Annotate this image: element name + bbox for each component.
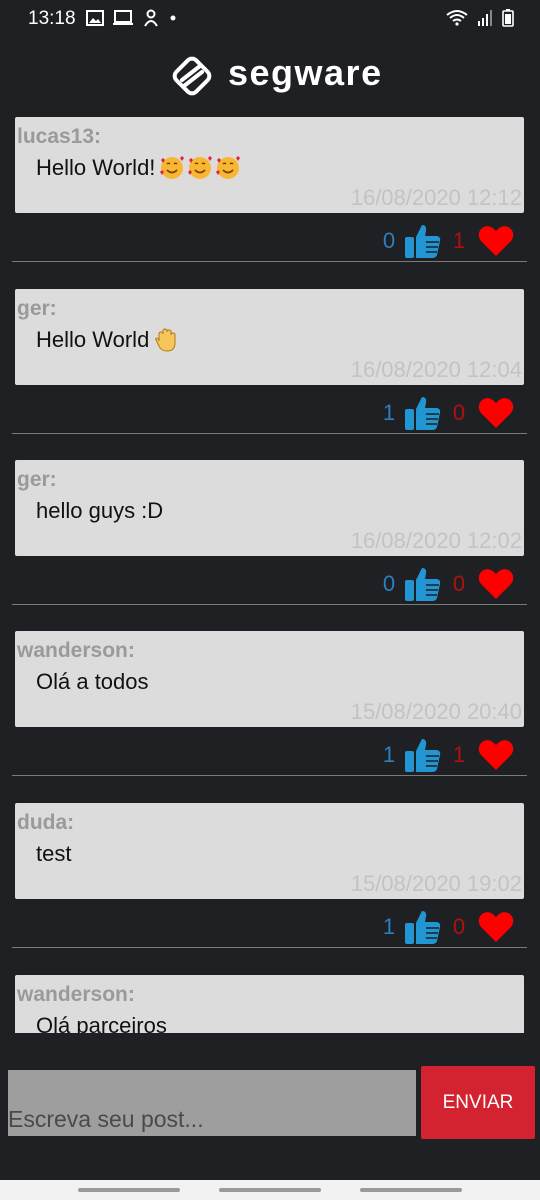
thumbs-up-icon[interactable] — [402, 737, 442, 773]
smiling-face-with-hearts-emoji-icons — [159, 155, 241, 181]
post-author: wanderson: — [17, 983, 135, 1006]
post-input[interactable] — [8, 1070, 416, 1136]
user-icon — [144, 9, 158, 27]
post-author: ger: — [17, 297, 57, 320]
send-button[interactable]: ENVIAR — [421, 1066, 535, 1139]
image-icon — [86, 10, 104, 26]
post-reactions: 1 0 — [378, 395, 514, 431]
post-card: ger: Hello World 16/08/2020 12:04 — [15, 289, 524, 385]
post-card: lucas13: Hello World! 16/08/2020 12:12 — [15, 117, 524, 213]
post-message-text: Olá parceiros — [36, 1013, 167, 1033]
navigation-bar — [0, 1180, 540, 1200]
post-feed[interactable]: lucas13: Hello World! 16/08/2020 12:12 0… — [0, 117, 540, 1033]
post-timestamp: 16/08/2020 12:02 — [350, 528, 522, 553]
post-author: ger: — [17, 468, 57, 491]
post-item: lucas13: Hello World! 16/08/2020 12:12 0… — [0, 117, 540, 288]
post-message-text: hello guys :D — [36, 498, 164, 523]
love-count: 0 — [452, 914, 466, 939]
post-card: ger: hello guys :D 16/08/2020 12:02 — [15, 460, 524, 556]
post-item: wanderson: Olá a todos 15/08/2020 20:40 … — [0, 631, 540, 802]
post-divider — [12, 604, 527, 605]
smiling-face-with-hearts-icon — [216, 156, 241, 179]
post-card: wanderson: Olá parceiros — [15, 975, 524, 1033]
status-time: 13:18 — [28, 8, 76, 29]
smiling-face-with-hearts-icon — [188, 156, 213, 179]
post-divider — [12, 947, 527, 948]
post-timestamp: 16/08/2020 12:04 — [350, 357, 522, 382]
post-message: Olá a todos — [36, 669, 149, 695]
post-message-text: Hello World — [36, 327, 150, 352]
dot-icon — [170, 15, 176, 21]
post-message-text: test — [36, 841, 72, 866]
thumbs-up-icon[interactable] — [402, 395, 442, 431]
post-item: duda: test 15/08/2020 19:02 1 0 — [0, 803, 540, 974]
post-divider — [12, 433, 527, 434]
nav-recents-handle[interactable] — [360, 1188, 462, 1192]
thumbs-up-icon[interactable] — [402, 223, 442, 259]
thumbs-up-icon[interactable] — [402, 909, 442, 945]
smiling-face-with-hearts-icon — [160, 156, 185, 179]
battery-icon — [502, 9, 514, 27]
post-card: duda: test 15/08/2020 19:02 — [15, 803, 524, 899]
post-message: hello guys :D — [36, 498, 163, 524]
segware-logo-icon — [172, 56, 212, 96]
heart-icon[interactable] — [478, 568, 514, 600]
love-count: 0 — [452, 571, 466, 596]
heart-icon[interactable] — [478, 225, 514, 257]
wifi-icon — [446, 10, 468, 26]
heart-icon[interactable] — [478, 739, 514, 771]
post-item: ger: Hello World 16/08/2020 12:04 1 0 — [0, 289, 540, 460]
post-author: duda: — [17, 811, 75, 834]
post-reactions: 0 0 — [378, 566, 514, 602]
like-count: 1 — [382, 400, 396, 425]
laptop-icon — [113, 10, 133, 25]
heart-icon[interactable] — [478, 397, 514, 429]
post-divider — [12, 775, 527, 776]
post-message-text: Olá a todos — [36, 669, 149, 694]
post-timestamp: 15/08/2020 20:40 — [350, 699, 522, 724]
love-count: 1 — [452, 742, 466, 767]
like-count: 0 — [382, 571, 396, 596]
post-item: wanderson: Olá parceiros — [0, 975, 540, 1033]
thumbs-up-icon[interactable] — [402, 566, 442, 602]
brand-name: segware — [228, 52, 383, 93]
app-header: segware — [0, 40, 540, 112]
post-message: Olá parceiros — [36, 1013, 167, 1033]
post-author: lucas13: — [17, 125, 102, 148]
waving-hand-icon — [155, 328, 176, 352]
like-count: 1 — [382, 914, 396, 939]
post-card: wanderson: Olá a todos 15/08/2020 20:40 — [15, 631, 524, 727]
post-timestamp: 15/08/2020 19:02 — [350, 871, 522, 896]
post-author: wanderson: — [17, 639, 135, 662]
post-reactions: 1 1 — [378, 737, 514, 773]
love-count: 1 — [452, 228, 466, 253]
post-message: test — [36, 841, 71, 867]
nav-back-handle[interactable] — [78, 1188, 180, 1192]
post-item: ger: hello guys :D 16/08/2020 12:02 0 0 — [0, 460, 540, 631]
post-message: Hello World! — [36, 155, 241, 181]
post-message-text: Hello World! — [36, 155, 156, 180]
signal-icon — [478, 10, 492, 26]
post-message: Hello World — [36, 327, 179, 353]
heart-icon[interactable] — [478, 911, 514, 943]
like-count: 0 — [382, 228, 396, 253]
love-count: 0 — [452, 400, 466, 425]
status-bar: 13:18 — [0, 0, 540, 38]
nav-home-handle[interactable] — [219, 1188, 321, 1192]
post-divider — [12, 261, 527, 262]
post-reactions: 1 0 — [378, 909, 514, 945]
post-timestamp: 16/08/2020 12:12 — [350, 185, 522, 210]
post-reactions: 0 1 — [378, 223, 514, 259]
like-count: 1 — [382, 742, 396, 767]
